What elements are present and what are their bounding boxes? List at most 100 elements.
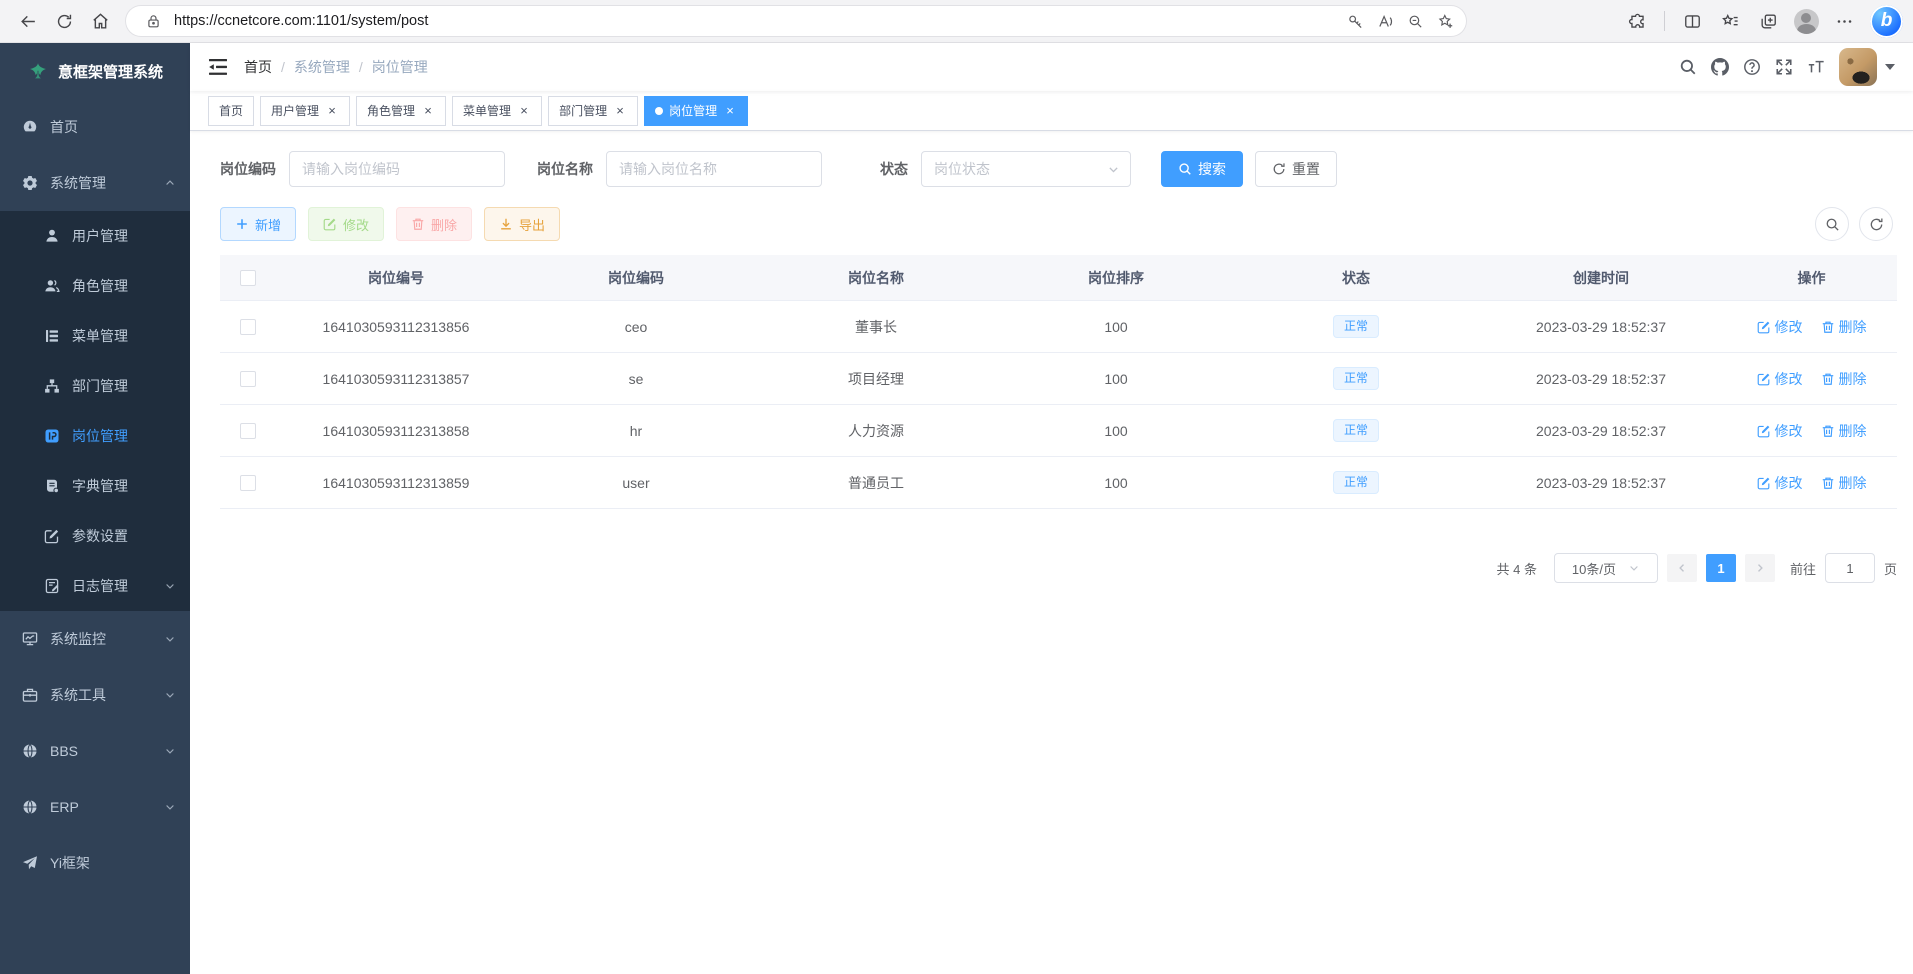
copilot-icon[interactable]: b — [1870, 5, 1903, 38]
favorites-add-icon[interactable] — [1430, 8, 1460, 34]
prev-page-button[interactable] — [1667, 554, 1697, 582]
add-button[interactable]: 新增 — [220, 207, 296, 241]
goto-label: 前往 — [1790, 559, 1816, 578]
sidebar-item-bbs[interactable]: BBS — [0, 723, 190, 779]
breadcrumb-post: 岗位管理 — [372, 57, 428, 77]
reset-button[interactable]: 重置 — [1255, 151, 1337, 187]
breadcrumb-home[interactable]: 首页 — [244, 57, 272, 77]
help-icon[interactable] — [1743, 58, 1761, 76]
sidebar-item-menu-mgmt[interactable]: 菜单管理 — [0, 311, 190, 361]
tab-首页[interactable]: 首页 — [208, 96, 254, 126]
sidebar-item-label: 岗位管理 — [72, 426, 128, 446]
tab-close-icon[interactable]: × — [613, 104, 627, 118]
sidebar-item-dict-mgmt[interactable]: 字典管理 — [0, 461, 190, 511]
cell-name: 普通员工 — [756, 457, 996, 509]
refresh-table-button[interactable] — [1859, 207, 1893, 241]
total-count: 共 4 条 — [1497, 559, 1537, 578]
read-aloud-icon[interactable] — [1370, 8, 1400, 34]
sidebar-item-log-mgmt[interactable]: 日志管理 — [0, 561, 190, 611]
fold-sidebar-icon[interactable] — [208, 58, 228, 76]
collections-icon[interactable] — [1712, 4, 1748, 38]
profile-icon[interactable] — [1788, 4, 1824, 38]
fullscreen-icon[interactable] — [1775, 58, 1793, 76]
tab-用户管理[interactable]: 用户管理× — [260, 96, 350, 126]
select-all-checkbox[interactable] — [240, 270, 256, 286]
tab-label: 菜单管理 — [463, 102, 511, 119]
sidebar-item-system-mgmt[interactable]: 系统管理 — [0, 155, 190, 211]
row-checkbox[interactable] — [240, 319, 256, 335]
search-icon[interactable] — [1679, 58, 1697, 76]
post-code-input[interactable] — [289, 151, 505, 187]
sidebar-item-post-mgmt[interactable]: 岗位管理 — [0, 411, 190, 461]
row-edit-link[interactable]: 修改 — [1757, 473, 1803, 493]
pagination: 共 4 条 10条/页 1 前往 页 — [220, 553, 1897, 583]
sidebar-item-param-settings[interactable]: 参数设置 — [0, 511, 190, 561]
chevron-down-icon — [164, 580, 176, 592]
goto-page-input[interactable] — [1825, 553, 1875, 583]
screen: https://ccnetcore.com:1101/system/post b — [0, 0, 1913, 974]
row-delete-link[interactable]: 删除 — [1821, 369, 1867, 389]
address-bar[interactable]: https://ccnetcore.com:1101/system/post — [126, 6, 1466, 36]
row-delete-link[interactable]: 删除 — [1821, 317, 1867, 337]
row-checkbox[interactable] — [240, 475, 256, 491]
sidebar-item-system-tools[interactable]: 系统工具 — [0, 667, 190, 723]
row-edit-link[interactable]: 修改 — [1757, 421, 1803, 441]
page-number-button[interactable]: 1 — [1706, 554, 1736, 582]
cell-sort: 100 — [996, 353, 1236, 405]
github-icon[interactable] — [1711, 58, 1729, 76]
tab-close-icon[interactable]: × — [325, 104, 339, 118]
more-icon[interactable] — [1826, 4, 1862, 38]
text-size-icon[interactable] — [1807, 58, 1825, 76]
sidebar-item-dept-mgmt[interactable]: 部门管理 — [0, 361, 190, 411]
tab-岗位管理[interactable]: 岗位管理× — [644, 96, 748, 126]
delete-button[interactable]: 删除 — [396, 207, 472, 241]
org-icon — [44, 378, 60, 394]
home-icon[interactable] — [82, 4, 118, 38]
row-edit-link[interactable]: 修改 — [1757, 369, 1803, 389]
main-area: 首页 / 系统管理 / 岗位管理 首页用户管理×角色管理×菜单管理×部 — [190, 43, 1913, 974]
back-icon[interactable] — [10, 4, 46, 38]
caret-down-icon[interactable] — [1885, 64, 1895, 70]
post-name-label: 岗位名称 — [537, 159, 593, 179]
search-button[interactable]: 搜索 — [1161, 151, 1243, 187]
zoom-out-icon[interactable] — [1400, 8, 1430, 34]
browser-toolbar: b — [1619, 4, 1903, 38]
tab-close-icon[interactable]: × — [517, 104, 531, 118]
tab-角色管理[interactable]: 角色管理× — [356, 96, 446, 126]
status-select[interactable]: 岗位状态 — [921, 151, 1131, 187]
user-avatar[interactable] — [1839, 48, 1877, 86]
content: 岗位编码 岗位名称 状态 岗位状态 搜索 — [190, 131, 1913, 974]
page-size-select[interactable]: 10条/页 — [1554, 553, 1658, 583]
app-title: 意框架管理系统 — [58, 61, 163, 82]
edit-button[interactable]: 修改 — [308, 207, 384, 241]
sidebar-item-system-monitor[interactable]: 系统监控 — [0, 611, 190, 667]
next-page-button[interactable] — [1745, 554, 1775, 582]
tab-菜单管理[interactable]: 菜单管理 × — [452, 96, 542, 126]
sidebar-item-user-mgmt[interactable]: 用户管理 — [0, 211, 190, 261]
sidebar-item-role-mgmt[interactable]: 角色管理 — [0, 261, 190, 311]
key-icon[interactable] — [1340, 8, 1370, 34]
sidebar-item-home[interactable]: 首页 — [0, 99, 190, 155]
row-delete-link[interactable]: 删除 — [1821, 421, 1867, 441]
export-button[interactable]: 导出 — [484, 207, 560, 241]
post-name-input[interactable] — [606, 151, 822, 187]
row-checkbox[interactable] — [240, 423, 256, 439]
tab-close-icon[interactable]: × — [421, 104, 435, 118]
toggle-search-button[interactable] — [1815, 207, 1849, 241]
extensions-icon[interactable] — [1619, 4, 1655, 38]
dict-icon — [44, 478, 60, 494]
tab-actions-icon[interactable] — [1750, 4, 1786, 38]
split-screen-icon[interactable] — [1674, 4, 1710, 38]
refresh-icon[interactable] — [46, 4, 82, 38]
sidebar-item-erp[interactable]: ERP — [0, 779, 190, 835]
row-edit-link[interactable]: 修改 — [1757, 317, 1803, 337]
row-checkbox[interactable] — [240, 371, 256, 387]
browser-chrome: https://ccnetcore.com:1101/system/post b — [0, 0, 1913, 43]
sidebar-item-yi-framework[interactable]: Yi框架 — [0, 835, 190, 891]
row-delete-link[interactable]: 删除 — [1821, 473, 1867, 493]
chevron-down-icon — [164, 745, 176, 757]
tab-部门管理[interactable]: 部门管理× — [548, 96, 638, 126]
log-icon — [44, 578, 60, 594]
status-badge: 正常 — [1333, 367, 1379, 390]
tab-close-icon[interactable]: × — [723, 104, 737, 118]
